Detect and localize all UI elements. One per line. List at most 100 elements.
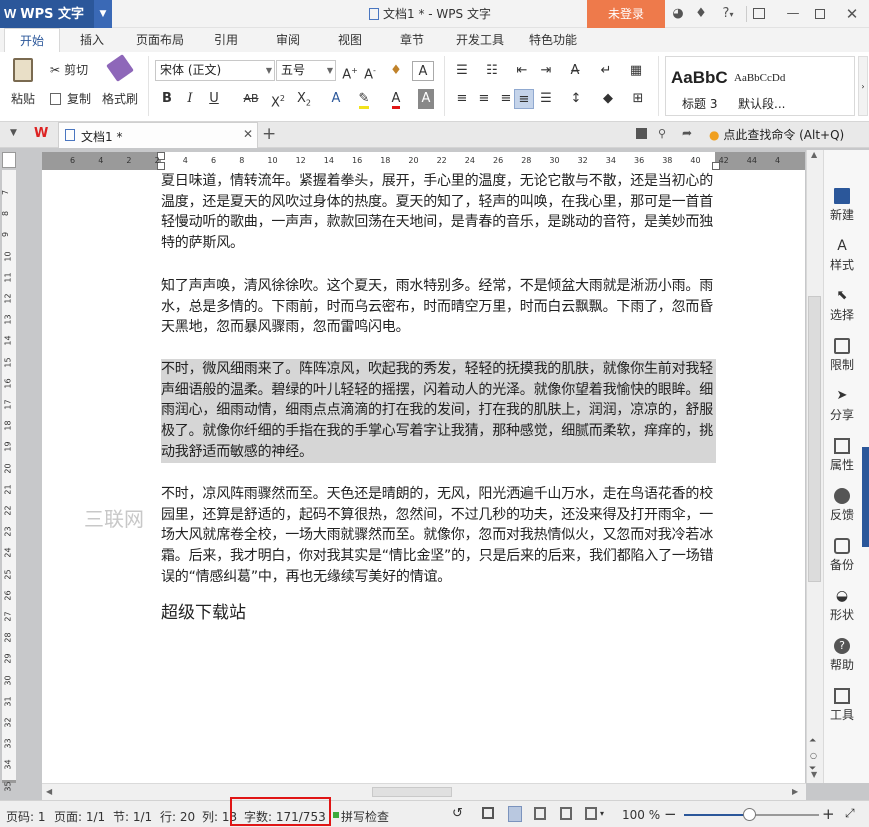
paragraph-4[interactable]: 不时，凉风阵雨骤然而至。天色还是晴朗的，无风，阳光洒遍千山万水，走在鸟语花香的校… (161, 484, 716, 588)
minimize-icon[interactable]: — (784, 5, 802, 23)
paragraph-3-selected[interactable]: 不时，微风细雨来了。阵阵凉风，吹起我的秀发，轻轻的抚摸我的肌肤，就像你生前对我轻… (161, 359, 716, 463)
task-select[interactable]: ⬉ 选择 (823, 288, 861, 323)
superscript-icon[interactable]: X2 (268, 89, 288, 110)
tab-chapter[interactable]: 章节 (390, 28, 434, 52)
cut-button[interactable]: ✂ 剪切 (50, 60, 88, 80)
next-page-icon[interactable]: ⏷ (809, 764, 816, 774)
document-tab[interactable]: 文档1 * ✕ (58, 122, 258, 148)
italic-icon[interactable]: I (180, 89, 200, 109)
align-right-icon[interactable]: ≡ (496, 89, 516, 109)
grow-font-icon[interactable]: A+ (340, 61, 360, 82)
shrink-font-icon[interactable]: A- (360, 61, 380, 82)
zoom-slider-thumb[interactable] (743, 808, 756, 821)
task-pane-handle[interactable] (862, 447, 869, 547)
chevron-down-icon[interactable]: ▾ (600, 809, 604, 818)
share-icon[interactable]: ➦ (682, 126, 692, 140)
text-border-icon[interactable]: A (412, 61, 434, 81)
tab-home[interactable]: 开始 (4, 28, 60, 52)
tab-view[interactable]: 视图 (328, 28, 372, 52)
vertical-scroll-thumb[interactable] (808, 296, 821, 582)
view-icon[interactable] (636, 128, 647, 139)
subscript-icon[interactable]: X2 (294, 89, 314, 109)
task-new[interactable]: 新建 (823, 188, 861, 223)
strikethrough-icon[interactable]: AB (238, 89, 264, 109)
style-heading3-preview[interactable]: AaBbC (671, 68, 728, 88)
task-shape[interactable]: ◒ 形状 (823, 588, 861, 623)
scroll-up-icon[interactable]: ▲ (811, 150, 817, 159)
paragraph-2[interactable]: 知了声声唤，清风徐徐吹。这个夏天，雨水特别多。经常，不是倾盆大雨就是淅沥小雨。雨… (161, 276, 716, 338)
horizontal-scroll-thumb[interactable] (372, 787, 452, 797)
fullscreen-icon[interactable] (482, 807, 494, 819)
distribute-icon[interactable]: ☰ (536, 89, 556, 109)
align-left-icon[interactable]: ≡ (452, 89, 472, 109)
shirt-icon[interactable]: ♦ (692, 5, 710, 23)
document-page[interactable]: 夏日味道，情转流年。紧握着拳头，展开，手心里的温度，无论它散与不散，还是当初心的… (42, 170, 805, 783)
app-menu-button[interactable]: W WPS 文字 ▼ (0, 0, 112, 28)
style-normal-preview[interactable]: AaBbCcDd (734, 72, 785, 84)
status-page[interactable]: 页码: 1 (6, 808, 46, 825)
paragraph-1[interactable]: 夏日味道，情转流年。紧握着拳头，展开，手心里的温度，无论它散与不散，还是当初心的… (161, 171, 716, 254)
wps-logo-icon[interactable]: W (34, 126, 48, 141)
browse-object-icon[interactable]: ○ (810, 751, 817, 760)
font-color-icon[interactable]: A (386, 89, 406, 109)
highlight-icon[interactable]: ✎ (354, 89, 374, 109)
prev-page-icon[interactable]: ⏶ (809, 736, 816, 746)
new-tab-icon[interactable]: + (262, 124, 276, 144)
scroll-left-icon[interactable]: ◀ (46, 787, 52, 796)
char-shading-icon[interactable]: A (418, 89, 434, 109)
text-effect-icon[interactable]: A (326, 89, 346, 109)
font-name-select[interactable]: 宋体 (正文) ▼ (155, 60, 275, 81)
close-icon[interactable]: ✕ (843, 5, 861, 23)
format-painter-button[interactable]: 格式刷 (100, 54, 140, 107)
bold-icon[interactable]: B (157, 89, 177, 109)
tab-developer[interactable]: 开发工具 (449, 28, 511, 52)
zoom-out-icon[interactable]: − (664, 805, 677, 823)
chinese-layout-icon[interactable]: A̶ (562, 61, 588, 81)
bullet-list-icon[interactable]: ☰ (452, 61, 472, 81)
tab-references[interactable]: 引用 (204, 28, 248, 52)
paragraph-mark-icon[interactable]: ↵ (596, 61, 616, 81)
task-backup[interactable]: 备份 (823, 538, 861, 573)
document-heading[interactable]: 超级下载站 (161, 598, 246, 623)
copy-button[interactable]: 复制 (50, 89, 91, 109)
help-button[interactable]: ?▾ (714, 5, 742, 23)
page-view-icon[interactable] (508, 806, 522, 822)
decrease-indent-icon[interactable]: ⇤ (512, 61, 532, 81)
task-properties[interactable]: 属性 (823, 438, 861, 473)
paste-button[interactable]: 粘贴 (4, 58, 42, 107)
login-button[interactable]: 未登录 (587, 0, 665, 28)
increase-indent-icon[interactable]: ⇥ (536, 61, 556, 81)
scroll-right-icon[interactable]: ▶ (792, 787, 798, 796)
tab-special-features[interactable]: 特色功能 (522, 28, 584, 52)
chevron-down-icon[interactable]: ▼ (10, 128, 17, 138)
outline-view-icon[interactable] (534, 807, 546, 820)
styles-scroll[interactable]: › (858, 56, 868, 116)
tab-insert[interactable]: 插入 (68, 28, 116, 52)
search-command-box[interactable]: ● 点此查找命令 (Alt+Q) (709, 126, 844, 143)
task-help[interactable]: ? 帮助 (823, 638, 861, 673)
justify-icon[interactable]: ≡ (514, 89, 534, 109)
web-view-icon[interactable] (560, 807, 572, 820)
styles-gallery[interactable]: AaBbC AaBbCcDd 标题 3 默认段... (665, 56, 855, 116)
font-size-select[interactable]: 五号 ▼ (276, 60, 336, 81)
restore-window-icon[interactable] (750, 5, 768, 23)
shading-icon[interactable]: ◆ (598, 89, 618, 109)
zoom-level[interactable]: 100 % (622, 808, 660, 822)
horizontal-scrollbar[interactable]: ◀ ▶ (42, 783, 806, 800)
close-tab-icon[interactable]: ✕ (243, 127, 253, 141)
ruler-corner[interactable] (2, 152, 16, 168)
tab-page-layout[interactable]: 页面布局 (128, 28, 192, 52)
underline-icon[interactable]: U (204, 89, 224, 109)
line-spacing-icon[interactable]: ↕ (566, 89, 586, 109)
pin-icon[interactable]: ⚲ (658, 127, 666, 140)
task-tools[interactable]: 工具 (823, 688, 861, 723)
maximize-icon[interactable] (811, 5, 829, 23)
align-center-icon[interactable]: ≡ (474, 89, 494, 109)
clear-format-icon[interactable]: ♦ (386, 61, 406, 81)
fit-window-icon[interactable]: ⤢ (845, 806, 855, 821)
zoom-in-icon[interactable]: + (822, 805, 835, 823)
revision-icon[interactable]: ↺ (452, 806, 463, 821)
skin-icon[interactable]: ◕ (669, 5, 687, 23)
status-spellcheck[interactable]: 拼写检查 (341, 808, 389, 825)
tab-review[interactable]: 审阅 (266, 28, 310, 52)
